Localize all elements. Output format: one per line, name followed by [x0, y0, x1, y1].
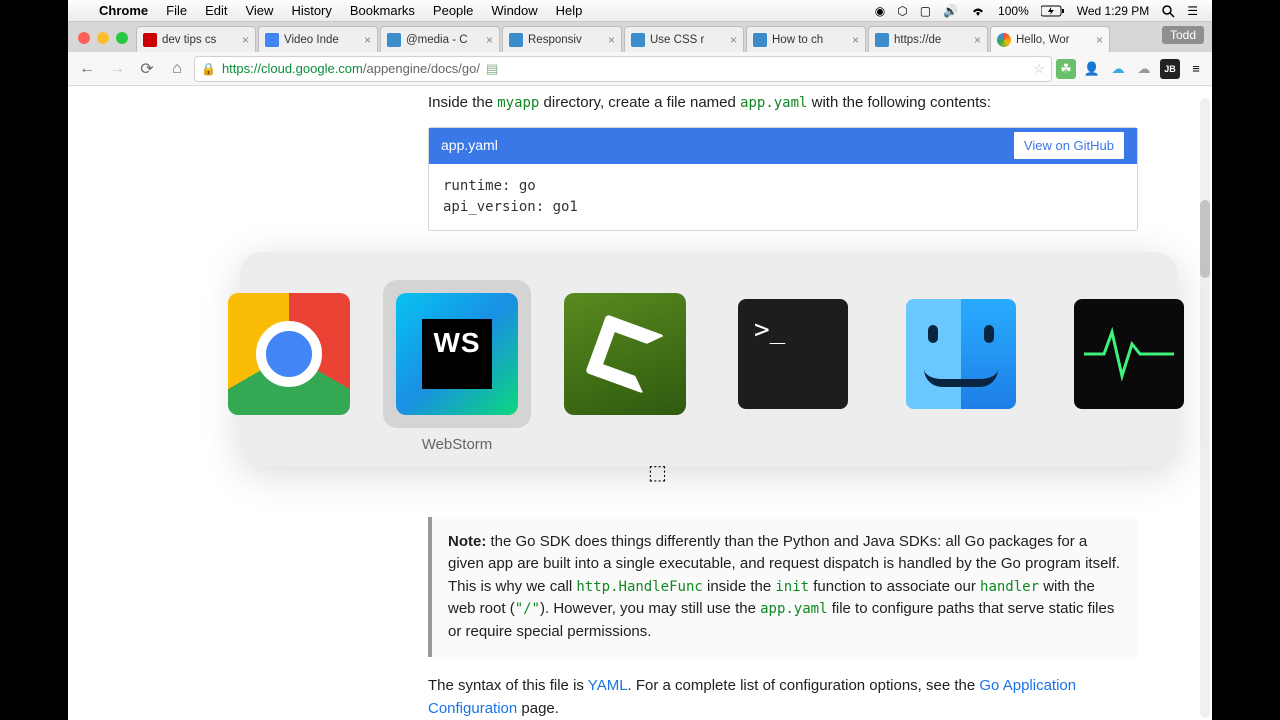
app-switcher-item-chrome[interactable] — [220, 280, 358, 428]
browser-tab[interactable]: Responsiv × — [502, 26, 622, 52]
app-switcher[interactable]: WS WebStorm >_ — [240, 252, 1178, 466]
app-switcher-item-camtasia[interactable] — [556, 280, 694, 428]
browser-tab[interactable]: https://de × — [868, 26, 988, 52]
cursor-icon: ⬚ — [648, 460, 667, 485]
url-text: https://cloud.google.com/appengine/docs/… — [222, 61, 480, 76]
tab-title: Responsiv — [528, 34, 582, 46]
tab-title: How to ch — [772, 34, 823, 46]
airplay-icon[interactable]: ▢ — [914, 4, 937, 18]
tab-title: Use CSS r — [650, 34, 704, 46]
menu-edit[interactable]: Edit — [196, 3, 236, 18]
clock[interactable]: Wed 1:29 PM — [1071, 4, 1155, 18]
menu-window[interactable]: Window — [482, 3, 546, 18]
menu-people[interactable]: People — [424, 3, 482, 18]
lock-icon: 🔒 — [201, 62, 216, 76]
note-block: Note: the Go SDK does things differently… — [428, 517, 1138, 658]
browser-tab[interactable]: How to ch × — [746, 26, 866, 52]
menu-file[interactable]: File — [157, 3, 196, 18]
browser-tab[interactable]: @media - C × — [380, 26, 500, 52]
forward-button: → — [104, 56, 130, 82]
app-switcher-item-terminal[interactable]: >_ — [724, 280, 862, 428]
code-block: runtime: go api_version: go1 — [429, 164, 1137, 230]
doc-intro: Inside the myapp directory, create a fil… — [428, 92, 1190, 127]
profile-badge[interactable]: Todd — [1162, 26, 1204, 44]
omnibox[interactable]: 🔒 https://cloud.google.com/appengine/doc… — [194, 56, 1052, 82]
window-zoom-icon[interactable] — [116, 32, 128, 44]
extension-icon[interactable]: 👤 — [1082, 59, 1102, 79]
window-minimize-icon[interactable] — [97, 32, 109, 44]
scrollbar-thumb[interactable] — [1200, 200, 1210, 278]
chrome-icon — [228, 293, 350, 415]
finder-icon — [906, 299, 1016, 409]
close-icon[interactable]: × — [364, 33, 371, 47]
extension-icon[interactable]: JB — [1160, 59, 1180, 79]
notification-center-icon[interactable]: ☰ — [1181, 4, 1204, 18]
menu-history[interactable]: History — [282, 3, 340, 18]
extension-icon[interactable]: ☘ — [1056, 59, 1076, 79]
extension-icon[interactable]: ☁ — [1134, 59, 1154, 79]
menu-bookmarks[interactable]: Bookmarks — [341, 3, 424, 18]
home-button[interactable]: ⌂ — [164, 56, 190, 82]
battery-icon[interactable] — [1035, 5, 1071, 17]
battery-percent: 100% — [992, 4, 1035, 18]
reader-icon[interactable]: ▤ — [486, 61, 498, 77]
terminal-icon: >_ — [738, 299, 848, 409]
browser-tab[interactable]: Video Inde × — [258, 26, 378, 52]
doc-paragraph: The syntax of this file is YAML. For a c… — [428, 675, 1138, 720]
app-switcher-item-activity-monitor[interactable] — [1060, 280, 1198, 428]
reload-button[interactable]: ⟳ — [134, 56, 160, 82]
close-icon[interactable]: × — [974, 33, 981, 47]
window-close-icon[interactable] — [78, 32, 90, 44]
status-icon[interactable]: ⬡ — [891, 4, 913, 18]
webstorm-icon: WS — [396, 293, 518, 415]
mac-menubar: Chrome File Edit View History Bookmarks … — [68, 0, 1212, 22]
tab-title: Hello, Wor — [1016, 34, 1069, 46]
tab-title: https://de — [894, 34, 941, 46]
close-icon[interactable]: × — [242, 33, 249, 47]
status-icon[interactable]: ◉ — [869, 4, 891, 18]
chrome-menu-icon[interactable]: ≡ — [1186, 59, 1206, 79]
close-icon[interactable]: × — [608, 33, 615, 47]
app-switcher-item-finder[interactable] — [892, 280, 1030, 428]
yaml-link[interactable]: YAML — [588, 677, 628, 694]
browser-tab[interactable]: Use CSS r × — [624, 26, 744, 52]
app-switcher-item-webstorm[interactable]: WS WebStorm — [388, 280, 526, 453]
tab-title: @media - C — [406, 34, 468, 46]
volume-icon[interactable]: 🔊 — [937, 4, 964, 18]
view-on-github-button[interactable]: View on GitHub — [1013, 131, 1125, 161]
close-icon[interactable]: × — [1096, 33, 1103, 47]
spotlight-icon[interactable] — [1155, 4, 1181, 18]
close-icon[interactable]: × — [852, 33, 859, 47]
tab-title: dev tips cs — [162, 34, 216, 46]
bookmark-star-icon[interactable]: ☆ — [1033, 61, 1045, 77]
wifi-icon[interactable] — [964, 5, 992, 17]
menu-view[interactable]: View — [236, 3, 282, 18]
back-button[interactable]: ← — [74, 56, 100, 82]
camtasia-icon — [564, 293, 686, 415]
activity-monitor-icon — [1074, 299, 1184, 409]
app-menu[interactable]: Chrome — [90, 3, 157, 18]
tab-title: Video Inde — [284, 34, 339, 46]
close-icon[interactable]: × — [486, 33, 493, 47]
app-switcher-label: WebStorm — [422, 436, 493, 453]
extension-icon[interactable]: ☁ — [1108, 59, 1128, 79]
chrome-tabstrip: dev tips cs × Video Inde × @media - C × Res… — [68, 22, 1212, 52]
close-icon[interactable]: × — [730, 33, 737, 47]
code-card: app.yaml View on GitHub runtime: go api_… — [428, 127, 1138, 231]
chrome-toolbar: ← → ⟳ ⌂ 🔒 https://cloud.google.com/appen… — [68, 52, 1212, 86]
browser-tab[interactable]: dev tips cs × — [136, 26, 256, 52]
code-filename: app.yaml — [441, 135, 498, 156]
browser-tab-active[interactable]: Hello, Wor × — [990, 26, 1110, 52]
menu-help[interactable]: Help — [547, 3, 592, 18]
